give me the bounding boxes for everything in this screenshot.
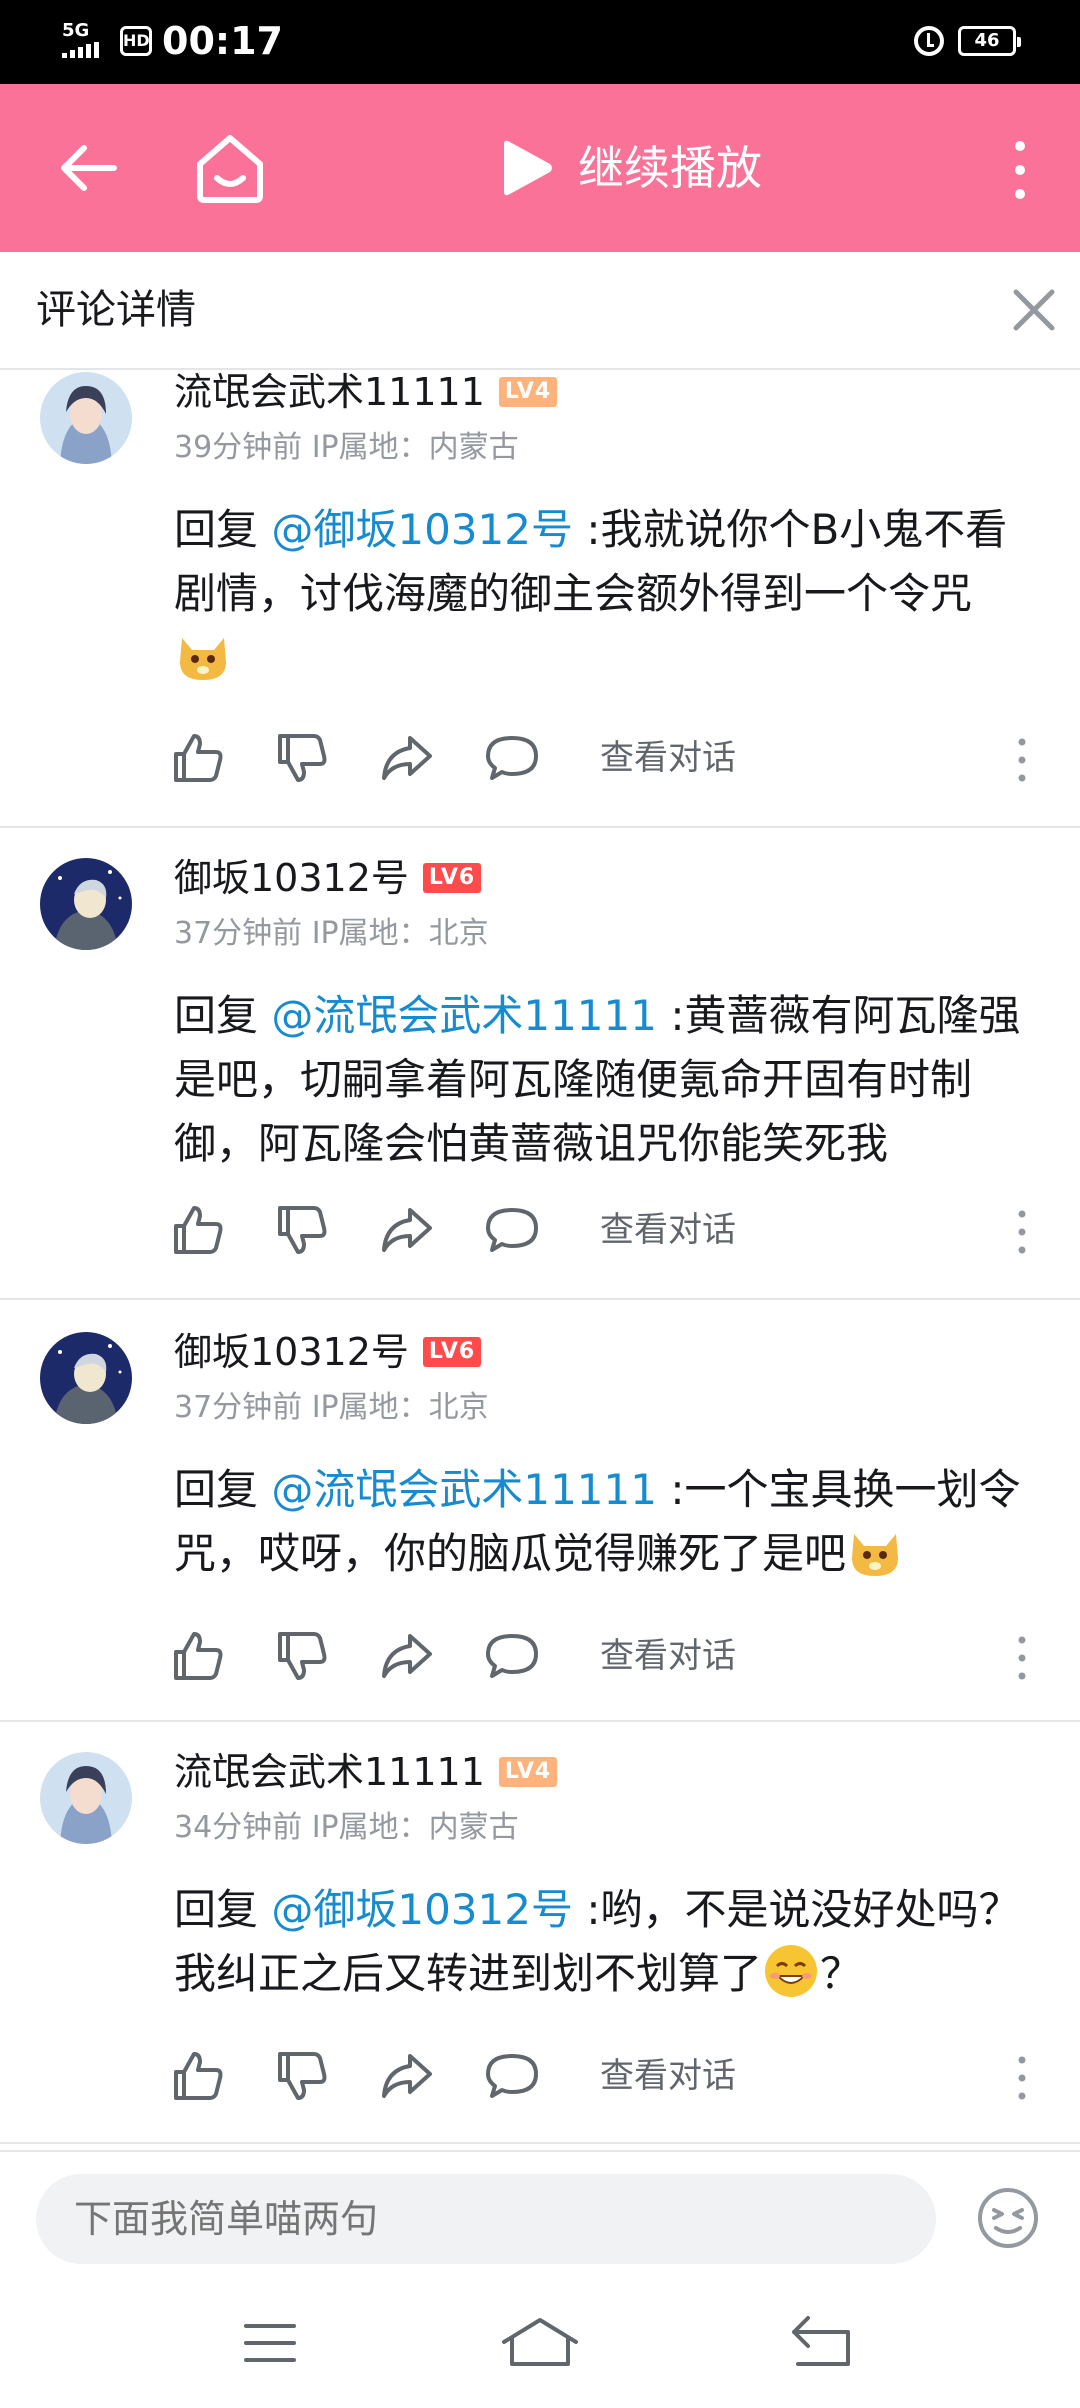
username[interactable]: 流氓会武术11111 LV4 bbox=[174, 1746, 558, 1798]
more-vertical-icon[interactable] bbox=[1012, 736, 1032, 784]
continue-play-button[interactable]: 继续播放 bbox=[578, 136, 762, 200]
comment-actions: 查看对话 bbox=[170, 1628, 1050, 1688]
comment-meta: 37分钟前 IP属地：北京 bbox=[174, 1390, 489, 1425]
avatar[interactable] bbox=[40, 1752, 132, 1844]
username[interactable]: 御坂10312号 LV6 bbox=[174, 1326, 482, 1378]
menu-icon[interactable] bbox=[244, 2320, 296, 2366]
comment-trailing-text: ？ bbox=[820, 1949, 863, 1998]
more-vertical-icon[interactable] bbox=[1012, 1634, 1032, 1682]
username-text[interactable]: 流氓会武术11111 bbox=[174, 366, 485, 418]
reply-prefix: 回复 bbox=[174, 505, 272, 554]
divider bbox=[0, 826, 1080, 828]
more-vertical-icon[interactable] bbox=[1012, 2054, 1032, 2102]
divider bbox=[0, 1720, 1080, 1722]
system-back-icon[interactable] bbox=[790, 2314, 852, 2368]
dislike-icon[interactable] bbox=[274, 730, 330, 786]
divider bbox=[0, 2142, 1080, 2144]
doge-emoji-icon bbox=[852, 1534, 899, 1576]
username[interactable]: 流氓会武术11111 LV4 bbox=[174, 366, 558, 418]
level-badge: LV4 bbox=[498, 377, 558, 407]
page-title: 评论详情 bbox=[36, 287, 196, 333]
more-vertical-icon[interactable] bbox=[1000, 138, 1040, 202]
close-icon[interactable] bbox=[1006, 282, 1062, 338]
mention-link[interactable]: @流氓会武术11111 bbox=[271, 991, 657, 1040]
emoji-picker-icon[interactable] bbox=[976, 2186, 1040, 2250]
dislike-icon[interactable] bbox=[274, 2048, 330, 2104]
comment-input[interactable] bbox=[36, 2174, 936, 2264]
system-navigation-bar bbox=[0, 2280, 1080, 2408]
play-icon[interactable] bbox=[496, 138, 556, 198]
status-bar: 5G HD 00:17 46 bbox=[0, 0, 1080, 84]
share-icon[interactable] bbox=[378, 730, 434, 786]
reply-prefix: 回复 bbox=[174, 1885, 272, 1934]
comment-actions: 查看对话 bbox=[170, 730, 1050, 790]
comment-meta: 39分钟前 IP属地：内蒙古 bbox=[174, 430, 519, 465]
comment-input-bar bbox=[0, 2150, 1080, 2280]
level-badge: LV4 bbox=[498, 1757, 558, 1787]
share-icon[interactable] bbox=[378, 2048, 434, 2104]
like-icon[interactable] bbox=[170, 730, 226, 786]
mention-link[interactable]: @御坂10312号 bbox=[271, 1885, 573, 1934]
hd-icon: HD bbox=[120, 26, 152, 56]
comment-meta: 34分钟前 IP属地：内蒙古 bbox=[174, 1810, 519, 1845]
reply-prefix: 回复 bbox=[174, 991, 272, 1040]
dislike-icon[interactable] bbox=[274, 1628, 330, 1684]
comment-body: 回复 @流氓会武术11111 :一个宝具换一划令咒，哎呀，你的脑瓜觉得赚死了是吧 bbox=[174, 1458, 1044, 1586]
view-conversation-button[interactable]: 查看对话 bbox=[600, 734, 736, 782]
username[interactable]: 御坂10312号 LV6 bbox=[174, 852, 482, 904]
share-icon[interactable] bbox=[378, 1202, 434, 1258]
doge-emoji-icon bbox=[180, 638, 226, 680]
username-text[interactable]: 御坂10312号 bbox=[174, 1326, 409, 1378]
comment-body: 回复 @御坂10312号 :我就说你个B小鬼不看剧情，讨伐海魔的御主会额外得到一… bbox=[174, 498, 1044, 690]
comment-body: 回复 @御坂10312号 :哟，不是说没好处吗？我纠正之后又转进到划不划算了？ bbox=[174, 1878, 1044, 2006]
network-type: 5G bbox=[62, 20, 90, 41]
status-time: 00:17 bbox=[162, 19, 283, 63]
more-vertical-icon[interactable] bbox=[1012, 1208, 1032, 1256]
mention-link[interactable]: @流氓会武术11111 bbox=[271, 1465, 657, 1514]
smile-emoji-icon bbox=[765, 1945, 818, 1997]
level-badge: LV6 bbox=[422, 1337, 482, 1367]
divider bbox=[0, 1298, 1080, 1300]
alarm-icon bbox=[914, 26, 944, 56]
back-arrow-icon[interactable] bbox=[52, 132, 124, 204]
avatar[interactable] bbox=[40, 858, 132, 950]
level-badge: LV6 bbox=[422, 863, 482, 893]
comment-detail-header: 评论详情 bbox=[0, 252, 1080, 370]
view-conversation-button[interactable]: 查看对话 bbox=[600, 1632, 736, 1680]
comment-actions: 查看对话 bbox=[170, 2048, 1050, 2108]
home-icon[interactable] bbox=[190, 128, 270, 208]
battery-icon: 46 bbox=[958, 26, 1021, 56]
reply-icon[interactable] bbox=[484, 2048, 540, 2104]
mention-link[interactable]: @御坂10312号 bbox=[271, 505, 573, 554]
like-icon[interactable] bbox=[170, 1628, 226, 1684]
like-icon[interactable] bbox=[170, 2048, 226, 2104]
share-icon[interactable] bbox=[378, 1628, 434, 1684]
top-app-bar: 继续播放 bbox=[0, 84, 1080, 252]
avatar[interactable] bbox=[40, 1332, 132, 1424]
comment-actions: 查看对话 bbox=[170, 1202, 1050, 1262]
view-conversation-button[interactable]: 查看对话 bbox=[600, 1206, 736, 1254]
reply-icon[interactable] bbox=[484, 730, 540, 786]
username-text[interactable]: 御坂10312号 bbox=[174, 852, 409, 904]
comment-body: 回复 @流氓会武术11111 :黄蔷薇有阿瓦隆强是吧，切嗣拿着阿瓦隆随便氪命开固… bbox=[174, 984, 1044, 1176]
reply-prefix: 回复 bbox=[174, 1465, 272, 1514]
like-icon[interactable] bbox=[170, 1202, 226, 1258]
dislike-icon[interactable] bbox=[274, 1202, 330, 1258]
reply-icon[interactable] bbox=[484, 1628, 540, 1684]
system-home-icon[interactable] bbox=[500, 2316, 580, 2368]
username-text[interactable]: 流氓会武术11111 bbox=[174, 1746, 485, 1798]
reply-icon[interactable] bbox=[484, 1202, 540, 1258]
avatar[interactable] bbox=[40, 372, 132, 464]
signal-icon bbox=[62, 42, 99, 58]
view-conversation-button[interactable]: 查看对话 bbox=[600, 2052, 736, 2100]
comment-meta: 37分钟前 IP属地：北京 bbox=[174, 916, 489, 951]
